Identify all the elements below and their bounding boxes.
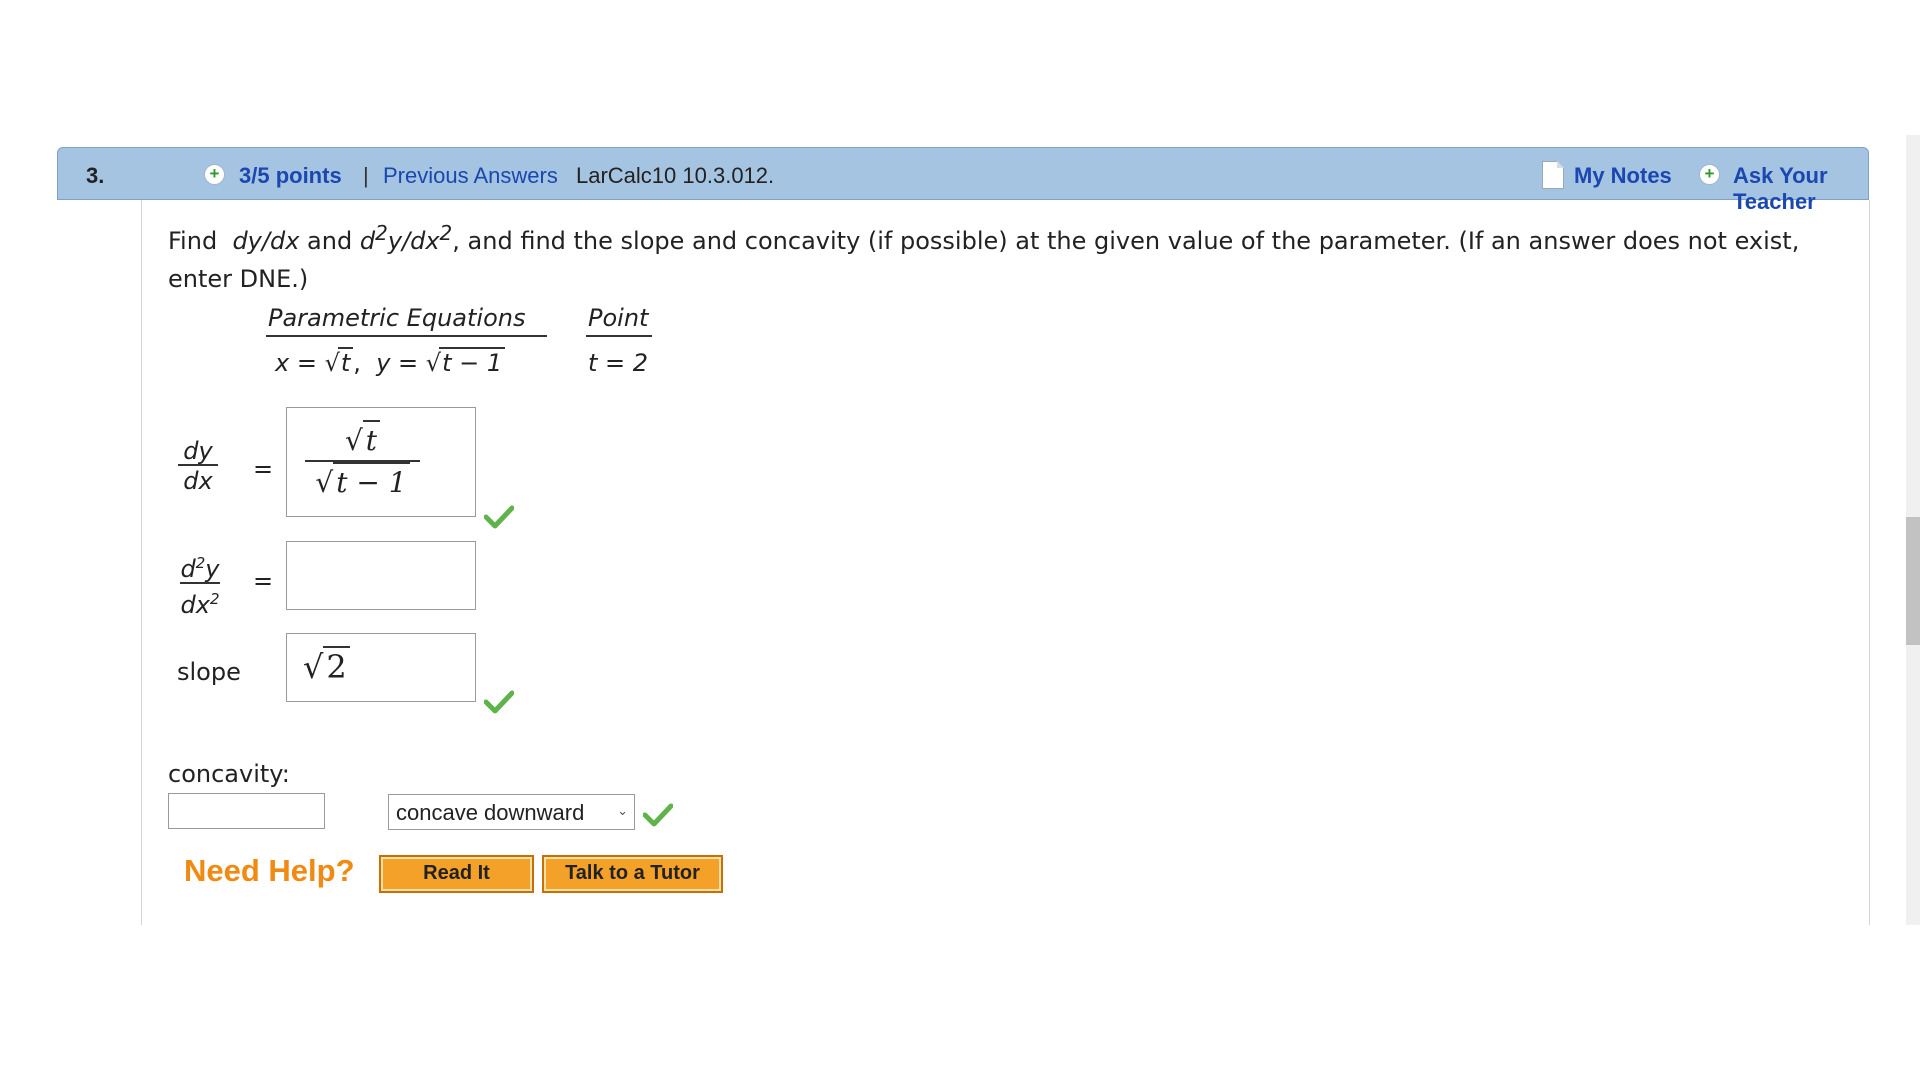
slope-answer-box[interactable]: √2 <box>286 633 476 702</box>
read-it-button[interactable]: Read It <box>379 855 534 893</box>
slope-label: slope <box>177 658 241 686</box>
question-dydx: dy/dx <box>232 227 300 255</box>
my-notes-link[interactable]: My Notes <box>1574 163 1672 189</box>
concavity-selected-value: concave downward <box>396 800 585 825</box>
table-header-point: Point <box>588 304 649 332</box>
plus-circle-icon[interactable]: + <box>1699 164 1720 185</box>
dydx-answer-value: √ t √ t − 1 <box>305 420 420 502</box>
question-word: and <box>307 227 353 255</box>
concavity-select[interactable]: concave downward ⌄ <box>388 794 635 830</box>
previous-answers-link[interactable]: Previous Answers <box>383 163 558 189</box>
points-link[interactable]: 3/5 points <box>239 163 342 189</box>
separator: | <box>363 163 369 188</box>
question-header: 3. + 3/5 points | Previous Answers LarCa… <box>57 147 1869 214</box>
question-number: 3. <box>86 163 105 188</box>
concavity-label: concavity: <box>168 760 290 788</box>
sqrt-icon: √ <box>303 648 324 686</box>
content-left-border <box>141 200 142 925</box>
divider <box>586 335 652 337</box>
problem-code: LarCalc10 10.3.012. <box>576 163 775 188</box>
equals-sign: = <box>253 455 274 483</box>
plus-circle-icon[interactable]: + <box>204 164 225 185</box>
equals-sign: = <box>253 567 274 595</box>
table-header-equations: Parametric Equations <box>268 304 526 332</box>
chevron-down-icon: ⌄ <box>617 803 628 818</box>
question-word: Find <box>168 227 218 255</box>
d2ydx2-answer-box[interactable] <box>286 541 476 610</box>
sqrt-icon: √ <box>344 424 363 457</box>
sqrt-icon: √ <box>315 466 334 499</box>
page: 3. + 3/5 points | Previous Answers LarCa… <box>0 0 1920 1080</box>
d2ydx2-label: d2y dx2 <box>180 554 220 619</box>
parametric-equations: x = √t, y = √t − 1 <box>275 347 506 377</box>
divider <box>266 335 547 337</box>
talk-to-tutor-button[interactable]: Talk to a Tutor <box>542 855 723 893</box>
ask-teacher-link[interactable]: Ask Your Teacher <box>1733 163 1868 215</box>
checkmark-icon <box>484 690 514 714</box>
checkmark-icon <box>643 803 673 827</box>
need-help-title: Need Help? <box>184 853 355 888</box>
point-value: t = 2 <box>588 349 649 377</box>
content-right-border <box>1869 200 1870 925</box>
scrollbar-thumb[interactable] <box>1906 517 1920 645</box>
dydx-label: dy dx <box>178 438 218 494</box>
concavity-input[interactable] <box>168 793 325 829</box>
slope-answer-value: √2 <box>303 646 350 686</box>
checkmark-icon <box>484 505 514 529</box>
note-icon[interactable] <box>1542 161 1564 189</box>
question-d2ydx2: d2y/dx2 <box>359 221 453 255</box>
dydx-answer-box[interactable]: √ t √ t − 1 <box>286 407 476 517</box>
question-text: Find dy/dx and d2y/dx2, and find the slo… <box>168 214 1808 298</box>
